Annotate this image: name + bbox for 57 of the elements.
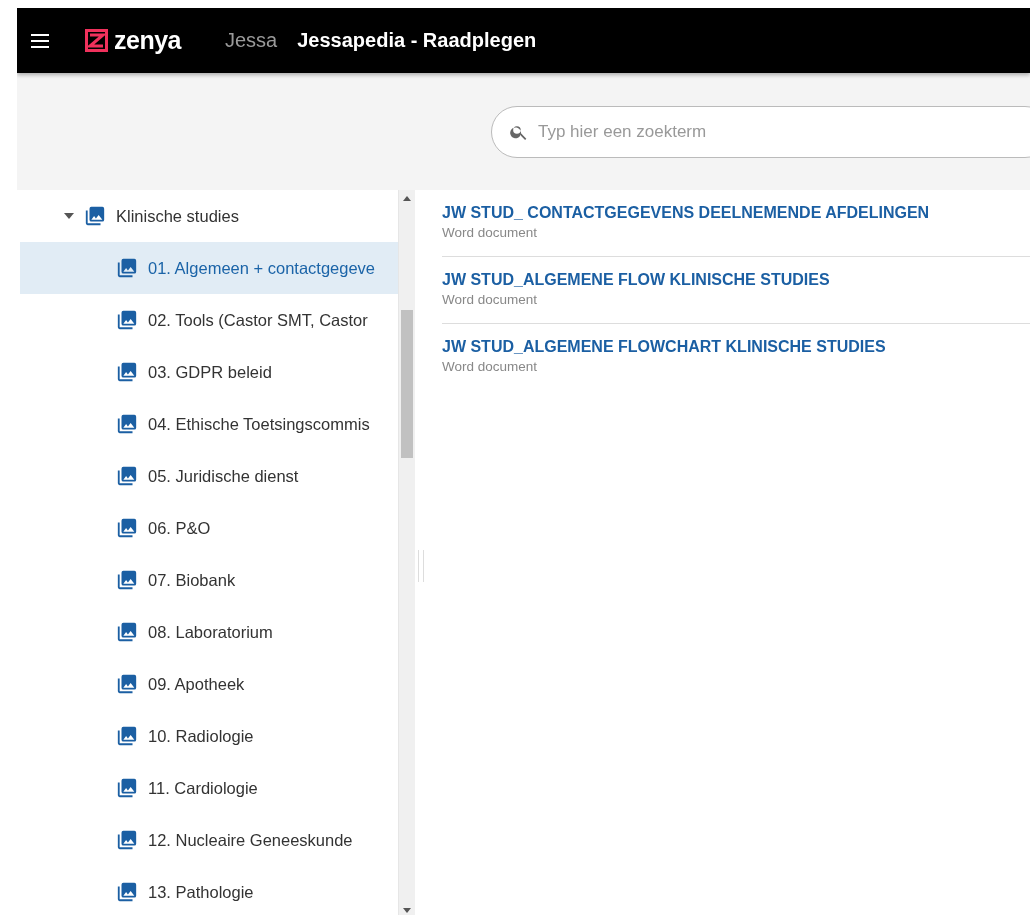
image-stack-icon	[116, 257, 138, 279]
image-stack-icon	[116, 569, 138, 591]
tree-label: 01. Algemeen + contactgegeve	[148, 258, 376, 278]
tree-label: 09. Apotheek	[148, 674, 245, 694]
tree-item[interactable]: 08. Laboratorium	[20, 606, 398, 658]
logo-icon	[85, 29, 108, 52]
image-stack-icon	[116, 517, 138, 539]
image-stack-icon	[84, 205, 106, 227]
tree-label: 12. Nucleaire Geneeskunde	[148, 830, 353, 850]
page-title: Jessapedia - Raadplegen	[297, 29, 537, 52]
image-stack-icon	[116, 465, 138, 487]
brand-name: zenya	[114, 26, 181, 55]
menu-icon[interactable]	[31, 33, 49, 48]
search-field[interactable]: Typ hier een zoekterm	[491, 105, 1030, 158]
caret-icon[interactable]	[64, 213, 74, 219]
tree-item[interactable]: 01. Algemeen + contactgegeve	[20, 242, 398, 294]
image-stack-icon	[116, 361, 138, 383]
tree-item[interactable]: 06. P&O	[20, 502, 398, 554]
tree-label: 04. Ethische Toetsingscommis	[148, 414, 370, 434]
tree-label: 11. Cardiologie	[148, 778, 258, 798]
image-stack-icon	[116, 673, 138, 695]
image-stack-icon	[116, 413, 138, 435]
document-link[interactable]: JW STUD_ALGEMENE FLOWCHART KLINISCHE STUDIES	[442, 338, 1030, 356]
tree-item[interactable]: 04. Ethische Toetsingscommis	[20, 398, 398, 450]
tree-label: 07. Biobank	[148, 570, 236, 590]
tree-item[interactable]: 02. Tools (Castor SMT, Castor	[20, 294, 398, 346]
tree-label: 10. Radiologie	[148, 726, 254, 746]
tree-label: 05. Juridische dienst	[148, 466, 299, 486]
tree-label: Klinische studies	[116, 206, 239, 226]
resize-handle[interactable]	[418, 550, 424, 582]
document-type: Word document	[442, 359, 539, 374]
tree-item[interactable]: 03. GDPR beleid	[20, 346, 398, 398]
image-stack-icon	[116, 621, 138, 643]
tree-item[interactable]: 09. Apotheek	[20, 658, 398, 710]
tree-item[interactable]: 07. Biobank	[20, 554, 398, 606]
tree-label: 02. Tools (Castor SMT, Castor	[148, 310, 368, 330]
tree-item[interactable]: Klinische studies	[20, 190, 398, 242]
document-type: Word document	[442, 292, 539, 307]
image-stack-icon	[116, 725, 138, 747]
document-link[interactable]: JW STUD_ALGEMENE FLOW KLINISCHE STUDIES	[442, 271, 1030, 289]
image-stack-icon	[116, 829, 138, 851]
tree-item[interactable]: 11. Cardiologie	[20, 762, 398, 814]
tree-item[interactable]: 05. Juridische dienst	[20, 450, 398, 502]
tree-item[interactable]: 10. Radiologie	[20, 710, 398, 762]
document-link[interactable]: JW STUD_ CONTACTGEGEVENS DEELNEMENDE AFDELINGEN	[442, 204, 1030, 222]
image-stack-icon	[116, 881, 138, 903]
document-type: Word document	[442, 225, 539, 240]
tree-item[interactable]: 13. Pathologie	[20, 866, 398, 915]
image-stack-icon	[116, 777, 138, 799]
image-stack-icon	[116, 309, 138, 331]
tree-label: 08. Laboratorium	[148, 622, 273, 642]
tree-label: 06. P&O	[148, 518, 211, 538]
tree-label: 03. GDPR beleid	[148, 362, 272, 382]
scrollbar[interactable]	[398, 190, 415, 915]
tree-label: 13. Pathologie	[148, 882, 254, 902]
organization-name: Jessa	[225, 29, 278, 52]
tree-item[interactable]: 12. Nucleaire Geneeskunde	[20, 814, 398, 866]
